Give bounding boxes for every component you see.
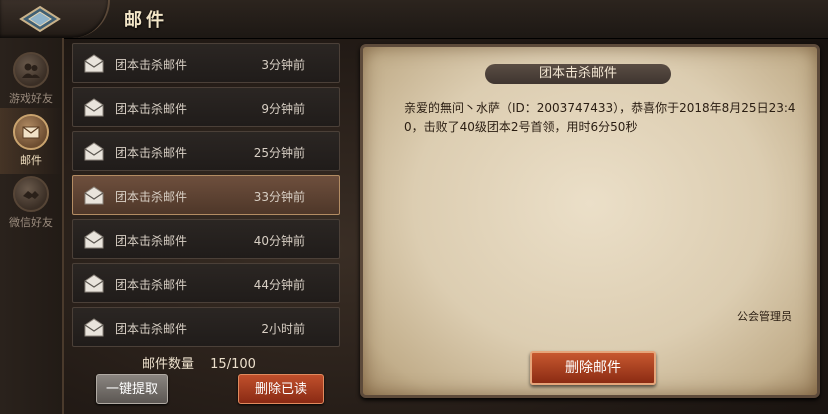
mail-screen: 邮件 游戏好友 邮件 微信好友 团本击杀邮件 3分钟前 团本击杀邮件 9分钟前 … (0, 0, 828, 414)
delete-read-button[interactable]: 删除已读 (238, 374, 324, 404)
mail-time: 9分钟前 (261, 102, 305, 116)
envelope-icon (84, 54, 104, 73)
page-title: 邮件 (124, 10, 168, 31)
mail-time: 2小时前 (261, 322, 305, 336)
game-friends-icon (13, 52, 49, 88)
nav-label-wechat-friends: 微信好友 (9, 216, 53, 229)
mail-time: 3分钟前 (261, 58, 305, 72)
mail-list-item[interactable]: 团本击杀邮件 2小时前 (72, 307, 340, 347)
wechat-friends-icon (13, 176, 49, 212)
mail-list-item[interactable]: 团本击杀邮件 40分钟前 (72, 219, 340, 259)
envelope-icon (84, 186, 104, 205)
collect-all-button[interactable]: 一键提取 (96, 374, 168, 404)
mail-subject: 团本击杀邮件 (115, 146, 188, 160)
mail-sender: 公会管理员 (737, 310, 792, 323)
header-bar: 邮件 (0, 0, 828, 39)
mail-time: 44分钟前 (253, 278, 305, 292)
mail-list-item[interactable]: 团本击杀邮件 3分钟前 (72, 43, 340, 83)
mail-subject: 团本击杀邮件 (115, 322, 188, 336)
mail-count: 邮件数量 15/100 (142, 353, 256, 372)
mail-list-item[interactable]: 团本击杀邮件 25分钟前 (72, 131, 340, 171)
mail-subject: 团本击杀邮件 (115, 278, 188, 292)
nav-item-game-friends[interactable]: 游戏好友 (0, 46, 62, 112)
envelope-icon (84, 142, 104, 161)
mail-detail-panel: 团本击杀邮件 亲爱的無问丶水萨（ID：2003747433），恭喜你于2018年… (360, 44, 820, 398)
mail-list-item-selected[interactable]: 团本击杀邮件 33分钟前 (72, 175, 340, 215)
mail-subject: 团本击杀邮件 (115, 190, 188, 204)
mail-subject: 团本击杀邮件 (115, 102, 188, 116)
nav-item-wechat-friends[interactable]: 微信好友 (0, 170, 62, 236)
delete-mail-button[interactable]: 删除邮件 (530, 351, 656, 385)
nav-label-mail: 邮件 (20, 154, 42, 167)
side-nav: 游戏好友 邮件 微信好友 (0, 38, 64, 414)
mail-list-item[interactable]: 团本击杀邮件 9分钟前 (72, 87, 340, 127)
envelope-icon (84, 274, 104, 293)
envelope-icon (84, 230, 104, 249)
mail-subject: 团本击杀邮件 (115, 234, 188, 248)
back-diamond-icon (19, 5, 61, 33)
mail-time: 33分钟前 (253, 190, 305, 204)
mail-detail-title: 团本击杀邮件 (485, 64, 671, 84)
envelope-icon (84, 98, 104, 117)
mail-detail-body: 亲爱的無问丶水萨（ID：2003747433），恭喜你于2018年8月25日23… (404, 101, 796, 134)
mail-count-value: 15/100 (210, 357, 256, 372)
envelope-icon (84, 318, 104, 337)
mail-icon (13, 114, 49, 150)
mail-list-item[interactable]: 团本击杀邮件 44分钟前 (72, 263, 340, 303)
mail-count-label: 邮件数量 (142, 357, 195, 372)
back-button[interactable] (0, 0, 110, 38)
mail-time: 25分钟前 (253, 146, 305, 160)
mail-subject: 团本击杀邮件 (115, 58, 188, 72)
mail-time: 40分钟前 (253, 234, 305, 248)
mail-list: 团本击杀邮件 3分钟前 团本击杀邮件 9分钟前 团本击杀邮件 25分钟前 团本击… (66, 38, 348, 374)
nav-item-mail[interactable]: 邮件 (0, 108, 62, 174)
nav-label-game-friends: 游戏好友 (9, 92, 53, 105)
